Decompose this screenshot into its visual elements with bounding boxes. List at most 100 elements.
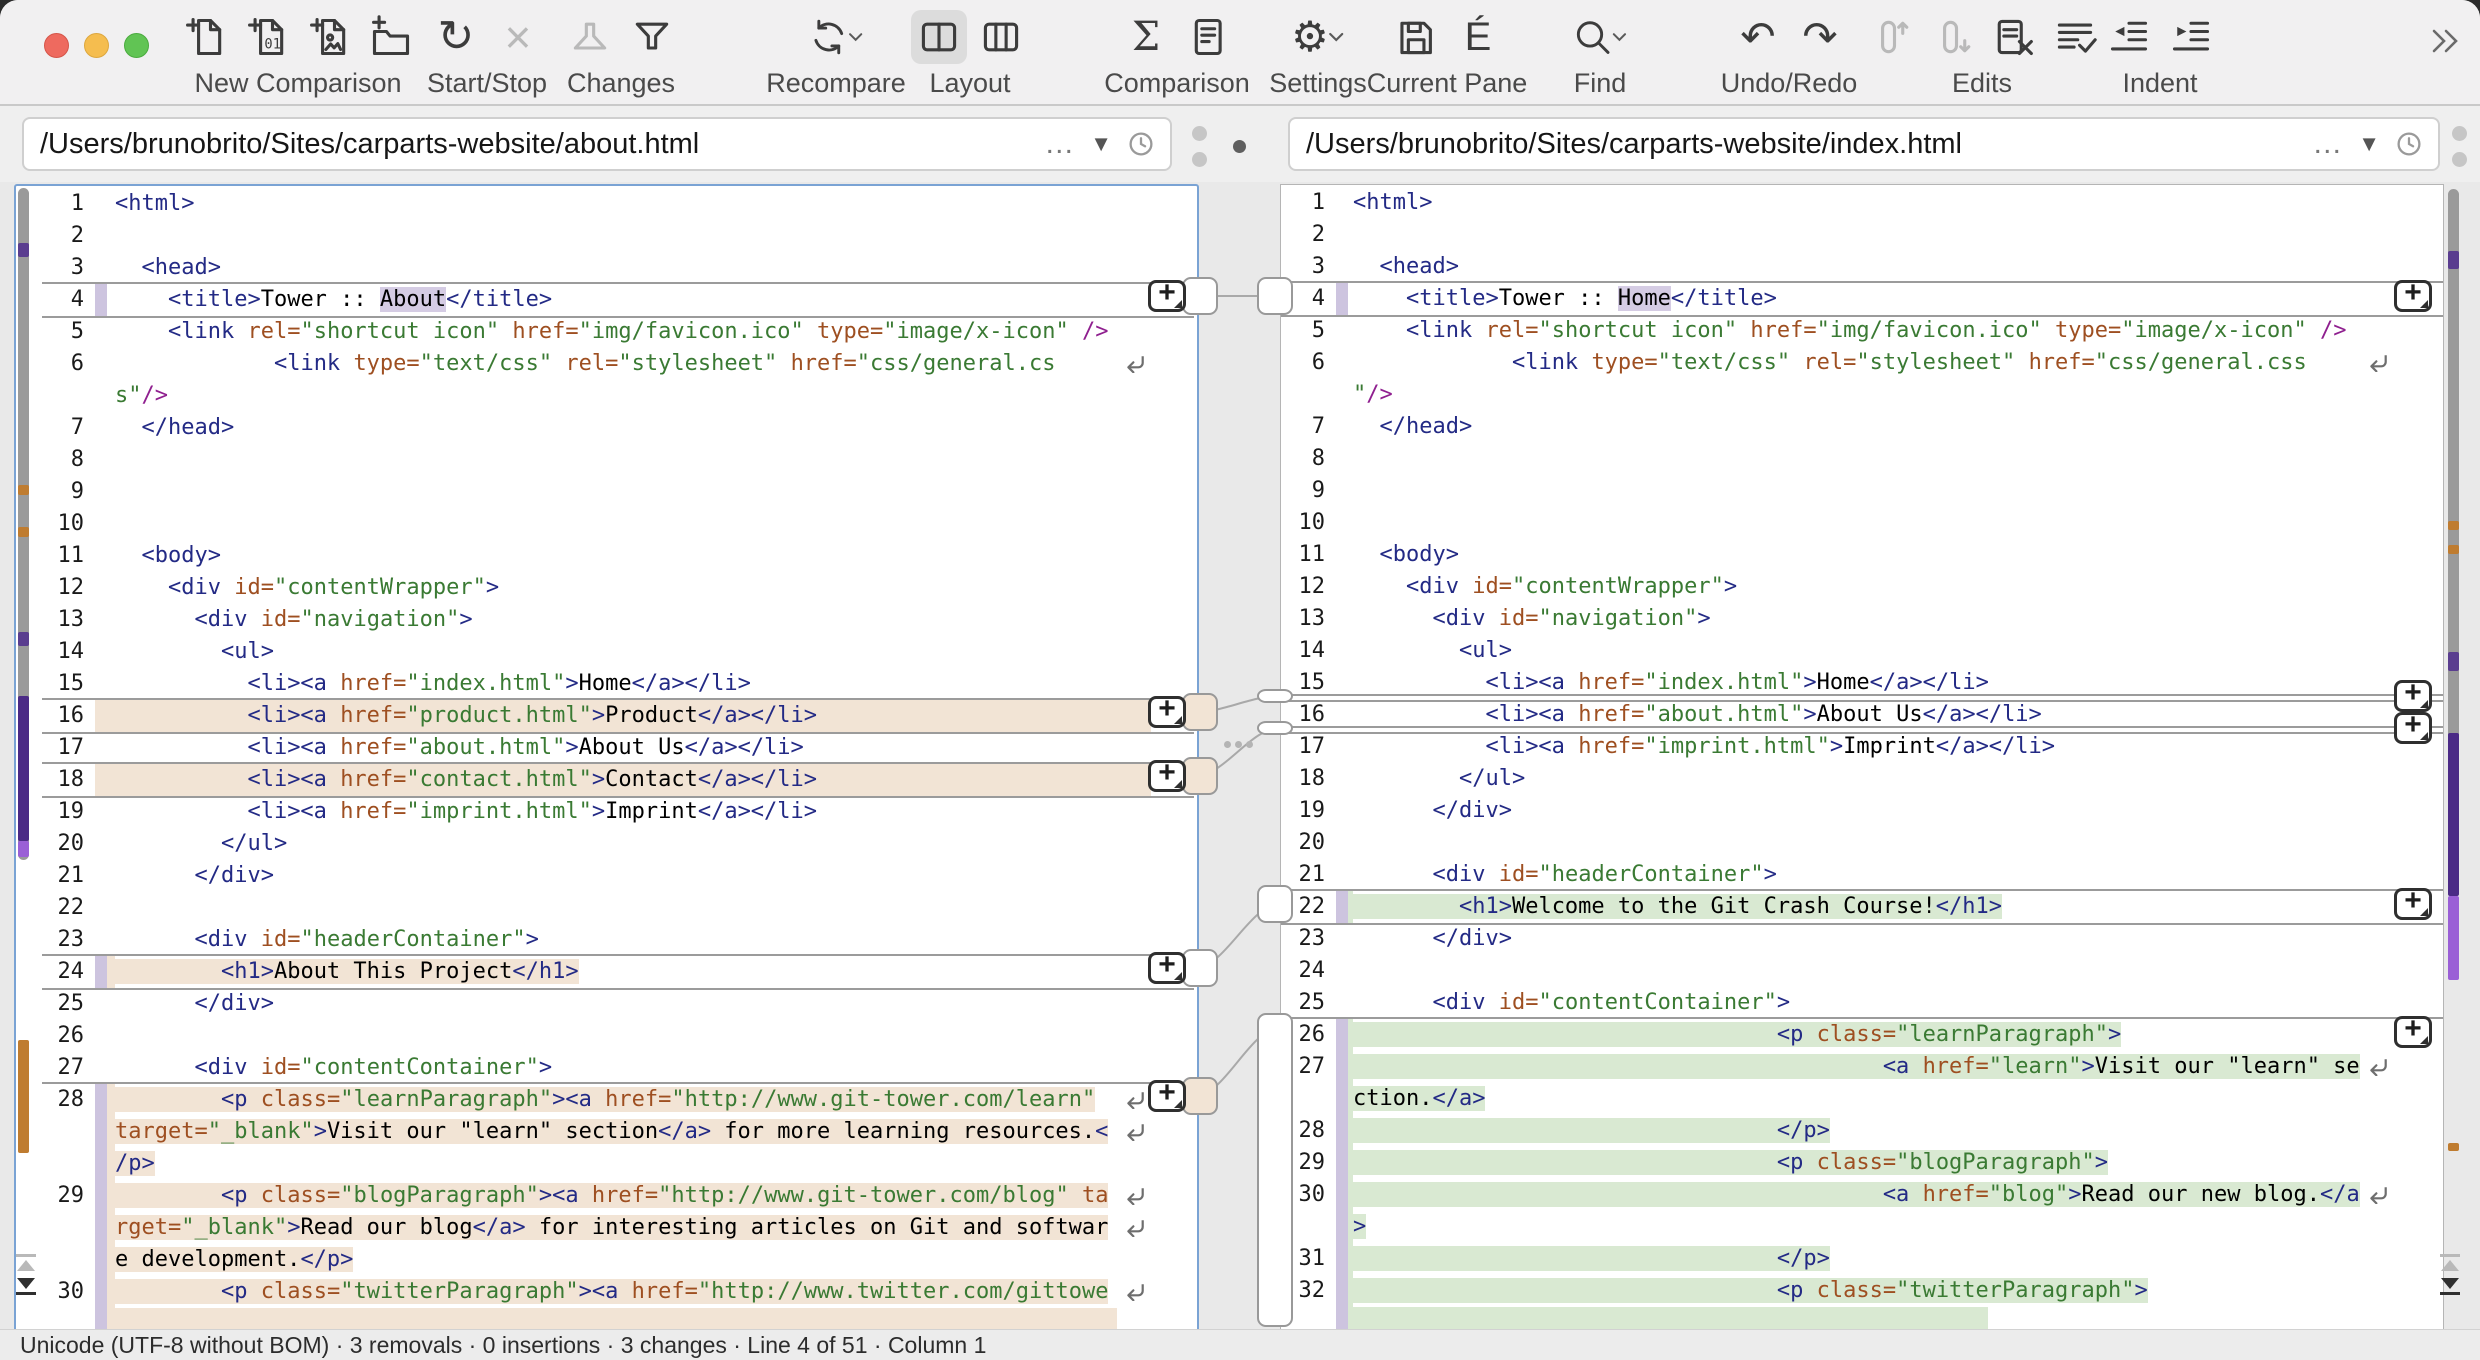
code-text[interactable]: <html> [115,188,194,220]
code-line[interactable]: 9 [16,476,1197,508]
code-text[interactable]: <div id="headerContainer"> [1353,859,1777,891]
code-text[interactable]: </ul> [1353,763,1525,795]
code-line[interactable]: 14 <ul> [16,636,1197,668]
code-text[interactable]: </div> [115,988,274,1020]
code-line[interactable]: 17 <li><a href="imprint.html">Imprint</a… [1281,731,2443,763]
code-line[interactable]: /p> [16,1148,1197,1180]
minimize-window-button[interactable] [84,33,109,58]
gear-icon[interactable]: ⚙ [1290,10,1346,64]
outdent-icon[interactable] [2101,10,2157,64]
right-file-path-field[interactable]: /Users/brunobrito/Sites/carparts-website… [1288,117,2440,171]
code-text[interactable]: </p> [1353,1115,1830,1147]
code-line[interactable]: 32 <p class="twitterParagraph"> [1281,1275,2443,1307]
stop-icon[interactable]: × [490,10,546,64]
code-text[interactable]: </div> [1353,923,1512,955]
code-line[interactable]: e development.</p> [16,1244,1197,1276]
code-line[interactable]: 29 <p class="blogParagraph"> [1281,1147,2443,1179]
discard-edits-icon[interactable] [1985,10,2041,64]
code-text[interactable]: <a href="learn">Visit our "learn" se [1353,1051,2360,1083]
new-image-comparison-icon[interactable] [301,10,357,64]
code-line[interactable]: 28 </p> [1281,1115,2443,1147]
history-clock-icon[interactable] [1126,129,1156,159]
code-text[interactable]: <link type="text/css" rel="stylesheet" h… [115,348,1055,380]
code-line[interactable]: 26 <p class="learnParagraph"> [1281,1019,2443,1051]
code-text[interactable]: <title>Tower :: About</title> [115,284,552,316]
code-text[interactable]: <ul> [1353,635,1512,667]
code-text[interactable]: <head> [1353,251,1459,283]
left-file-path-field[interactable]: /Users/brunobrito/Sites/carparts-website… [22,117,1172,171]
code-line[interactable]: 8 [1281,443,2443,475]
code-text[interactable]: <li><a href="imprint.html">Imprint</a></… [1353,731,2055,763]
code-text[interactable]: </head> [115,412,234,444]
code-line[interactable]: 24 <h1>About This Project</h1> [16,956,1197,988]
code-text[interactable]: <li><a href="imprint.html">Imprint</a></… [115,796,817,828]
encoding-icon[interactable]: É [1450,10,1506,64]
code-line[interactable]: 21 </div> [16,860,1197,892]
code-line[interactable]: 4 <title>Tower :: About</title> [16,284,1197,316]
code-text[interactable]: <html> [1353,187,1432,219]
code-text[interactable]: <ul> [115,636,274,668]
code-line[interactable]: 10 [16,508,1197,540]
code-text[interactable]: <h1>Welcome to the Git Crash Course!</h1… [1353,891,2002,923]
code-line[interactable]: 9 [1281,475,2443,507]
next-difference-button[interactable] [2438,1278,2462,1295]
code-line[interactable]: 7 </head> [1281,411,2443,443]
code-line[interactable]: 17 <li><a href="about.html">About Us</a>… [16,732,1197,764]
push-change-down-icon[interactable] [1923,10,1979,64]
code-line[interactable]: 7 </head> [16,412,1197,444]
code-text[interactable]: <p class="learnParagraph"><a href="http:… [115,1084,1095,1116]
code-text[interactable]: <li><a href="about.html">About Us</a></l… [115,732,804,764]
new-file-comparison-icon[interactable] [177,10,233,64]
code-line[interactable]: 27 <div id="contentContainer"> [16,1052,1197,1084]
code-line[interactable]: 29 <p class="blogParagraph"><a href="htt… [16,1180,1197,1212]
ellipsis-icon[interactable]: … [2312,127,2344,161]
code-line[interactable]: 25 </div> [16,988,1197,1020]
dropdown-arrow-icon[interactable]: ▼ [1090,131,1112,157]
code-text[interactable]: <div id="contentWrapper"> [115,572,499,604]
merge-change-button[interactable] [1148,280,1186,312]
code-text[interactable]: <p class="blogParagraph"> [1353,1147,2108,1179]
report-icon[interactable] [1180,10,1236,64]
code-line[interactable]: 19 <li><a href="imprint.html">Imprint</a… [16,796,1197,828]
code-line[interactable]: 2 [1281,219,2443,251]
code-line[interactable]: 3 <head> [16,252,1197,284]
code-text[interactable]: <div id="navigation"> [1353,603,1711,635]
save-icon[interactable] [1388,10,1444,64]
code-text[interactable]: > [1353,1211,1366,1243]
start-icon[interactable]: ↻ [428,10,484,64]
left-editor-pane[interactable]: 1<html>23 <head>4 <title>Tower :: About<… [14,184,1199,1332]
next-difference-button[interactable] [14,1278,38,1295]
code-text[interactable]: <p class="twitterParagraph"><a href="htt… [115,1276,1108,1308]
code-text[interactable]: <p class="learnParagraph"> [1353,1019,2121,1051]
code-line[interactable]: 15 <li><a href="index.html">Home</a></li… [16,668,1197,700]
code-line[interactable]: 1<html> [1281,187,2443,219]
summary-icon[interactable]: Σ [1118,10,1174,64]
merge-change-button[interactable] [1148,760,1186,792]
merge-change-button[interactable] [2394,712,2432,744]
code-text[interactable]: <link rel="shortcut icon" href="img/favi… [115,316,1108,348]
code-text[interactable]: <div id="contentContainer"> [115,1052,552,1084]
indent-icon[interactable] [2163,10,2219,64]
code-line[interactable]: 27 <a href="learn">Visit our "learn" se [1281,1051,2443,1083]
code-line[interactable]: 18 <li><a href="contact.html">Contact</a… [16,764,1197,796]
code-line[interactable]: rget="_blank">Read our blog</a> for inte… [16,1212,1197,1244]
pane-sync-dot[interactable] [1233,140,1246,153]
code-line[interactable]: 16 <li><a href="product.html">Product</a… [16,700,1197,732]
code-line[interactable]: 25 <div id="contentContainer"> [1281,987,2443,1019]
code-line[interactable]: 12 <div id="contentWrapper"> [1281,571,2443,603]
code-text[interactable]: <li><a href="product.html">Product</a></… [115,700,817,732]
merge-change-button[interactable] [1148,696,1186,728]
code-line[interactable]: 6 <link type="text/css" rel="stylesheet"… [16,348,1197,380]
code-line[interactable]: 30 <a href="blog">Read our new blog.</a [1281,1179,2443,1211]
code-line[interactable]: 31 </p> [1281,1243,2443,1275]
previous-difference-button[interactable] [2438,1254,2462,1271]
next-change-icon[interactable] [624,10,680,64]
code-line[interactable]: 19 </div> [1281,795,2443,827]
code-text[interactable]: <p class="blogParagraph"><a href="http:/… [115,1180,1108,1212]
code-line[interactable]: 2 [16,220,1197,252]
code-text[interactable]: <li><a href="contact.html">Contact</a></… [115,764,817,796]
code-line[interactable]: 14 <ul> [1281,635,2443,667]
code-text[interactable]: /p> [115,1148,155,1180]
code-text[interactable]: </div> [115,860,274,892]
redo-icon[interactable]: ↷ [1792,10,1848,64]
